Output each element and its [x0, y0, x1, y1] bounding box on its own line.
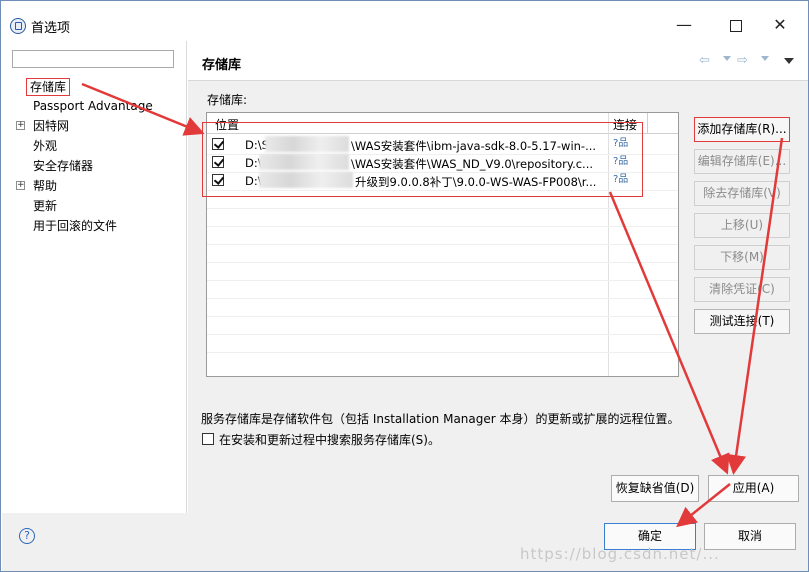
minimize-button[interactable]: — — [661, 10, 707, 40]
tree-item-internet[interactable]: + 因特网 — [16, 116, 70, 136]
help-icon[interactable]: ? — [19, 528, 35, 544]
preference-page: 存储库 ⇦ ⇨ 存储库: 位置 连接 D:\S \WAS安装套件\ibm-jav… — [188, 41, 808, 513]
tree-item-updates[interactable]: 更新 — [33, 196, 57, 216]
restore-defaults-button[interactable]: 恢复缺省值(D) — [611, 475, 699, 502]
row-divider — [207, 280, 678, 281]
row-divider — [207, 226, 678, 227]
row-divider — [207, 334, 678, 335]
annotation-highlight-rows — [202, 122, 643, 197]
maximize-button[interactable] — [713, 10, 759, 40]
filter-input[interactable] — [12, 50, 174, 68]
tree-item-secure-storage[interactable]: 安全存储器 — [33, 156, 93, 176]
watermark: https://blog.csdn.net/... — [520, 545, 720, 563]
page-navigation: ⇦ ⇨ — [699, 54, 799, 70]
search-service-repositories-label[interactable]: 在安装和更新过程中搜索服务存储库(S)。 — [219, 431, 440, 448]
row-divider — [207, 298, 678, 299]
clear-credentials-button[interactable]: 清除凭证(C) — [694, 277, 790, 302]
move-up-button[interactable]: 上移(U) — [694, 213, 790, 238]
row-divider — [207, 352, 678, 353]
row-divider — [207, 262, 678, 263]
tree-item-label: 因特网 — [33, 119, 70, 133]
test-connection-button[interactable]: 测试连接(T) — [694, 309, 790, 334]
preferences-tree-panel: 存储库 Passport Advantage + 因特网 外观 安全存储器 + … — [2, 41, 187, 513]
tree-item-rollback-files[interactable]: 用于回滚的文件 — [33, 216, 117, 236]
page-header: 存储库 ⇦ ⇨ — [188, 41, 808, 81]
forward-history-dropdown-icon[interactable] — [761, 56, 769, 61]
title-bar: 首选项 — ✕ — [1, 1, 808, 41]
tree-item-appearance[interactable]: 外观 — [33, 136, 57, 156]
tree-item-repositories[interactable]: 存储库 — [26, 78, 71, 96]
app-icon — [10, 18, 26, 34]
move-down-button[interactable]: 下移(M) — [694, 245, 790, 270]
repositories-description: 服务存储库是存储软件包（包括 Installation Manager 本身）的… — [201, 412, 680, 426]
row-divider — [207, 316, 678, 317]
tree-item-passport-advantage[interactable]: Passport Advantage — [33, 96, 153, 116]
row-divider — [207, 208, 678, 209]
preferences-window: 首选项 — ✕ 存储库 Passport Advantage + 因特网 外观 … — [0, 0, 809, 572]
search-service-repositories-checkbox[interactable] — [202, 433, 214, 445]
row-divider — [207, 244, 678, 245]
view-menu-icon[interactable] — [784, 58, 794, 64]
edit-repository-button[interactable]: 编辑存储库(E)... — [694, 149, 790, 174]
tree-item-label: 帮助 — [33, 179, 58, 193]
close-button[interactable]: ✕ — [757, 10, 803, 40]
add-repository-button[interactable]: 添加存储库(R)... — [694, 117, 790, 142]
repositories-label: 存储库: — [207, 93, 248, 107]
remove-repository-button[interactable]: 除去存储库(V) — [694, 181, 790, 206]
back-arrow-icon[interactable]: ⇦ — [699, 54, 710, 68]
page-title: 存储库 — [202, 58, 242, 73]
column-divider — [647, 113, 648, 133]
forward-arrow-icon[interactable]: ⇨ — [737, 54, 748, 68]
apply-button[interactable]: 应用(A) — [708, 475, 799, 502]
maximize-icon — [730, 19, 742, 32]
expand-icon[interactable]: + — [16, 181, 25, 190]
expand-icon[interactable]: + — [16, 121, 25, 130]
tree-item-help[interactable]: + 帮助 — [16, 176, 58, 196]
window-title: 首选项 — [31, 21, 71, 36]
back-history-dropdown-icon[interactable] — [723, 56, 731, 61]
